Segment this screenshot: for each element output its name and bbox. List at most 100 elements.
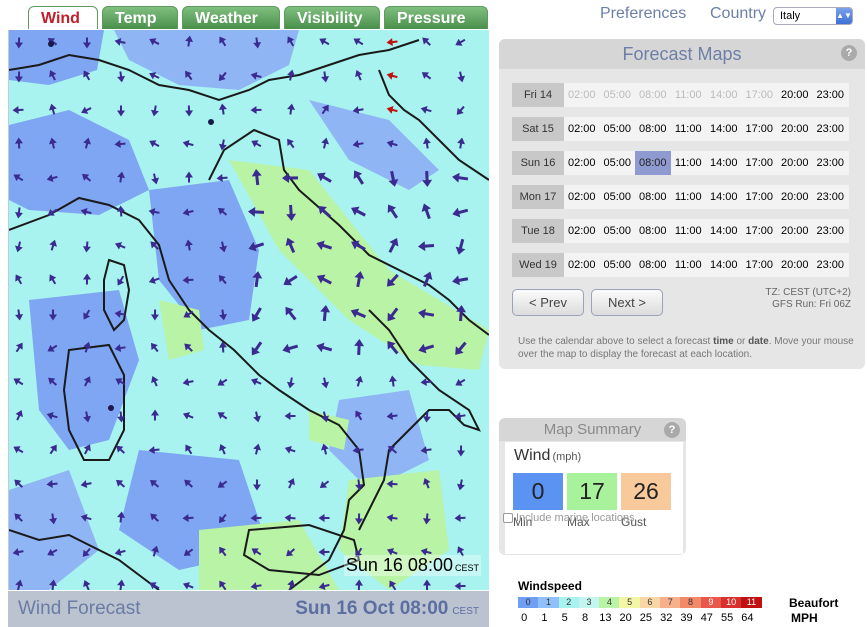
next-button[interactable]: Next > (591, 289, 663, 316)
forecast-time-slot[interactable]: 23:00 (813, 253, 849, 277)
forecast-time-slot[interactable]: 02:00 (564, 151, 600, 175)
forecast-time-slot[interactable]: 11:00 (671, 185, 707, 209)
forecast-time-slot[interactable]: 20:00 (777, 219, 813, 243)
forecast-day-label: Wed 19 (512, 253, 564, 277)
forecast-time-slot[interactable]: 11:00 (671, 253, 707, 277)
forecast-day-row: Wed 19 02:00 05:00 08:00 11:00 14:00 17:00 20:0… (512, 253, 849, 277)
forecast-time-slot[interactable]: 02:00 (564, 117, 600, 141)
forecast-time-slot[interactable]: 08:00 (635, 151, 671, 175)
forecast-time-slot[interactable]: 23:00 (813, 219, 849, 243)
forecast-time-slot[interactable]: 23:00 (813, 185, 849, 209)
forecast-time-slot[interactable]: 08:00 (635, 253, 671, 277)
help-icon[interactable]: ? (664, 422, 680, 438)
forecast-time-slot[interactable]: 05:00 (600, 151, 636, 175)
forecast-time-slot[interactable]: 23:00 (813, 117, 849, 141)
forecast-time-slot[interactable]: 05:00 (600, 219, 636, 243)
forecast-time-slot[interactable]: 02:00 (564, 185, 600, 209)
forecast-time-slot[interactable]: 11:00 (671, 219, 707, 243)
mph-tick: 64 (741, 612, 754, 624)
city-marker (208, 119, 214, 125)
forecast-time-slot[interactable]: 14:00 (706, 117, 742, 141)
forecast-time-slot[interactable]: 08:00 (635, 219, 671, 243)
forecast-time-slot[interactable]: 20:00 (777, 151, 813, 175)
map-summary-title: Map Summary (499, 418, 686, 441)
beaufort-cell: 8 (680, 597, 701, 608)
prev-button[interactable]: < Prev (512, 289, 584, 316)
beaufort-cell: 10 (720, 597, 742, 608)
forecast-time-slot[interactable]: 05:00 (600, 117, 636, 141)
forecast-time-slot[interactable]: 20:00 (777, 83, 813, 107)
forecast-time-slot[interactable]: 17:00 (742, 219, 778, 243)
tab-weather[interactable]: Weather (182, 6, 280, 29)
tab-visibility[interactable]: Visibility (284, 6, 380, 29)
forecast-time-slot[interactable]: 05:00 (600, 185, 636, 209)
mph-tick: 8 (581, 612, 589, 624)
forecast-time-slot[interactable]: 17:00 (742, 117, 778, 141)
mph-tick: 13 (599, 612, 612, 624)
forecast-time-slot[interactable]: 23:00 (813, 151, 849, 175)
timezone-info: TZ: CEST (UTC+2) GFS Run: Fri 06Z (765, 287, 851, 311)
forecast-day-label: Sat 15 (512, 117, 564, 141)
forecast-time-slot: 02:00 (567, 89, 596, 101)
forecast-time-slot[interactable]: 05:00 (600, 253, 636, 277)
forecast-time-slot[interactable]: 14:00 (706, 253, 742, 277)
beaufort-cell: 4 (599, 597, 620, 608)
forecast-day-row: Tue 18 02:00 05:00 08:00 11:00 14:00 17:00 20:0… (512, 219, 849, 243)
forecast-time-slot[interactable]: 17:00 (742, 185, 778, 209)
forecast-day-label: Tue 18 (512, 219, 564, 243)
beaufort-cell: 7 (660, 597, 681, 608)
mph-tick: 39 (680, 612, 693, 624)
forecast-time-slot: 11:00 (674, 89, 702, 101)
map-time-tz: CEST (454, 563, 479, 573)
forecast-time-slot[interactable]: 11:00 (671, 151, 707, 175)
wind-map-canvas (9, 30, 489, 590)
forecast-time-slot[interactable]: 23:00 (813, 83, 849, 107)
forecast-time-slot[interactable]: 02:00 (564, 219, 600, 243)
mph-tick: 0 (521, 612, 528, 624)
city-marker (48, 41, 54, 47)
instructions-text: Use the calendar above to select a forec… (518, 336, 714, 347)
tab-pressure[interactable]: Pressure (384, 6, 488, 29)
forecast-time-slot[interactable]: 08:00 (635, 185, 671, 209)
forecast-time-slot[interactable]: 11:00 (671, 117, 707, 141)
mph-tick: 32 (660, 612, 673, 624)
country-select[interactable]: Italy ▲▼ (773, 7, 853, 25)
forecast-time-slot[interactable]: 17:00 (742, 253, 778, 277)
forecast-time-slot: 14:00 (709, 89, 738, 101)
include-marine-label: Include marine locations (516, 512, 635, 524)
mph-label: MPH (791, 611, 818, 625)
preferences-link[interactable]: Preferences (600, 5, 686, 23)
forecast-time-slot[interactable]: 20:00 (777, 253, 813, 277)
forecast-time-slot[interactable]: 14:00 (706, 185, 742, 209)
beaufort-cell: 5 (619, 597, 640, 608)
beaufort-cell: 0 (518, 597, 539, 608)
help-icon[interactable]: ? (841, 45, 857, 61)
forecast-time-slot[interactable]: 20:00 (777, 117, 813, 141)
forecast-time-slot[interactable]: 08:00 (635, 117, 671, 141)
include-marine-checkbox[interactable]: Include marine locations (503, 512, 635, 524)
timezone-line: TZ: CEST (UTC+2) (765, 287, 851, 298)
map-time: Sun 16 08:00 (345, 555, 453, 575)
map-footer-datetime: Sun 16 Oct 08:00 (295, 598, 449, 619)
forecast-time-slot[interactable]: 14:00 (706, 151, 742, 175)
forecast-time-slot[interactable]: 02:00 (564, 253, 600, 277)
mph-tick: 55 (720, 612, 734, 624)
tab-temp[interactable]: Temp (102, 6, 178, 29)
checkbox-icon[interactable] (503, 513, 513, 523)
mph-tick: 25 (639, 612, 653, 624)
wind-forecast-page: Wind Temp Weather Visibility Pressure Pr… (0, 0, 867, 627)
forecast-time-slot[interactable]: 14:00 (706, 219, 742, 243)
map-footer: Wind Forecast Sun 16 Oct 08:00 CEST (8, 591, 489, 627)
wind-map[interactable]: Sun 16 08:00 CEST (8, 30, 489, 590)
tab-wind[interactable]: Wind (28, 6, 98, 29)
summary-label: Wind (mph) (514, 447, 581, 465)
instructions-date: date (748, 336, 769, 347)
mph-tick: 47 (700, 612, 713, 624)
map-time-label: Sun 16 08:00 CEST (343, 555, 481, 576)
map-footer-tz: CEST (452, 606, 479, 617)
gfs-run-line: GFS Run: Fri 06Z (772, 299, 851, 310)
forecast-time-slot[interactable]: 20:00 (777, 185, 813, 209)
forecast-time-slot[interactable]: 17:00 (742, 151, 778, 175)
chevron-updown-icon: ▲▼ (836, 8, 852, 24)
beaufort-scale: 0 1 2 3 4 5 6 7 8 9 10 11 (518, 597, 762, 608)
